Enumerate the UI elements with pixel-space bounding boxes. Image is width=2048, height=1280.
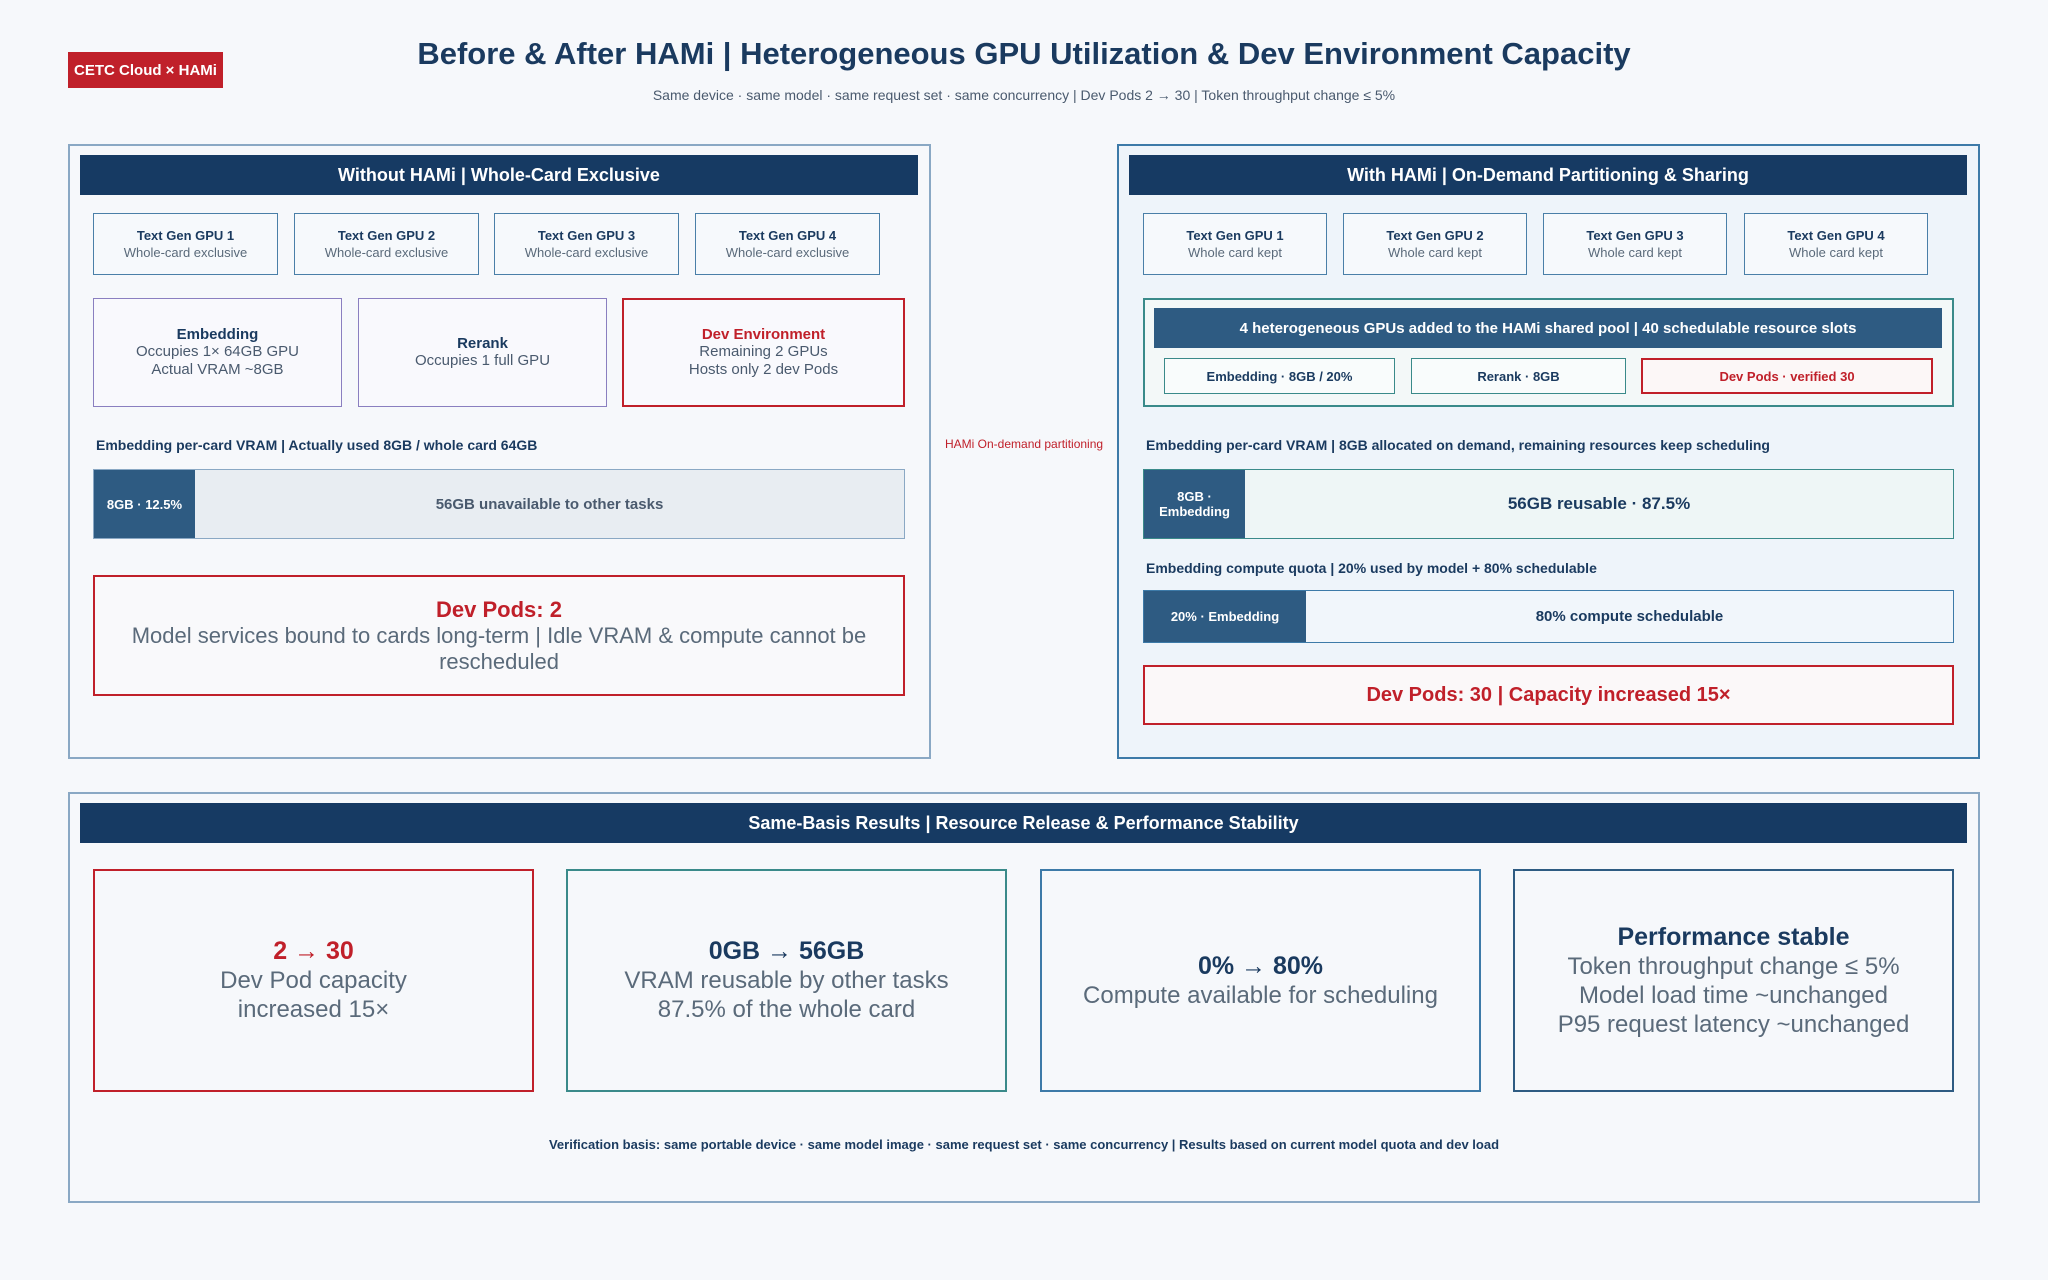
gpu-title: Text Gen GPU 4: [738, 228, 837, 243]
right-gpu-2: Text Gen GPU 2 Whole card kept: [1343, 213, 1527, 275]
kpi-desc: VRAM reusable by other tasks: [624, 967, 949, 994]
service-line: Actual VRAM ~8GB: [151, 361, 284, 378]
results-header: Same-Basis Results | Resource Release & …: [80, 803, 1967, 843]
kpi-dev-pod-capacity: 2 → 30 Dev Pod capacity increased 15×: [93, 869, 534, 1092]
pool-item-dev-pods: Dev Pods · verified 30: [1641, 358, 1933, 394]
left-gpu-4: Text Gen GPU 4 Whole-card exclusive: [695, 213, 880, 275]
pool-item-rerank: Rerank · 8GB: [1411, 358, 1626, 394]
right-gpu-3: Text Gen GPU 3 Whole card kept: [1543, 213, 1727, 275]
left-dev-pods-box: Dev Pods: 2 Model services bound to card…: [93, 575, 905, 696]
kpi-vram-reusable: 0GB → 56GB VRAM reusable by other tasks …: [566, 869, 1007, 1092]
right-gpu-4: Text Gen GPU 4 Whole card kept: [1744, 213, 1928, 275]
right-gpu-1: Text Gen GPU 1 Whole card kept: [1143, 213, 1327, 275]
left-vram-label: Embedding per-card VRAM | Actually used …: [96, 437, 538, 453]
kpi-desc: Model load time ~unchanged: [1579, 981, 1888, 1009]
gpu-title: Text Gen GPU 1: [1186, 228, 1284, 243]
kpi-desc: Token throughput change ≤ 5%: [1567, 952, 1900, 980]
left-gpu-2: Text Gen GPU 2 Whole-card exclusive: [294, 213, 479, 275]
page-subtitle: Same device · same model · same request …: [652, 87, 1396, 103]
gpu-title: Text Gen GPU 2: [337, 228, 436, 243]
kpi-value: 0GB → 56GB: [708, 937, 865, 965]
kpi-value: 2 → 30: [273, 937, 354, 965]
right-vram-label: Embedding per-card VRAM | 8GB allocated …: [1146, 437, 1770, 453]
kpi-performance-stable: Performance stable Token throughput chan…: [1513, 869, 1954, 1092]
right-dev-pods-box: Dev Pods: 30 | Capacity increased 15×: [1143, 665, 1954, 725]
kpi-value: Performance stable: [1617, 922, 1850, 951]
kpi-desc: 87.5% of the whole card: [657, 996, 916, 1023]
gpu-sub: Whole-card exclusive: [524, 245, 649, 260]
service-title: Embedding: [176, 326, 259, 343]
gpu-title: Text Gen GPU 4: [1787, 228, 1885, 243]
right-vram-used-segment: 8GB · Embedding: [1144, 470, 1245, 538]
left-gpu-1: Text Gen GPU 1 Whole-card exclusive: [93, 213, 278, 275]
service-line: Hosts only 2 dev Pods: [688, 361, 839, 378]
embedding-service-box: Embedding Occupies 1× 64GB GPU Actual VR…: [93, 298, 342, 407]
service-line: Remaining 2 GPUs: [699, 343, 828, 360]
gpu-sub: Whole card kept: [1188, 245, 1282, 260]
service-title: Dev Environment: [701, 326, 826, 343]
service-line: Occupies 1 full GPU: [414, 352, 551, 369]
service-title: Rerank: [457, 335, 508, 352]
pool-item-embedding: Embedding · 8GB / 20%: [1164, 358, 1395, 394]
gpu-sub: Whole-card exclusive: [123, 245, 248, 260]
right-vram-reusable-segment: 56GB reusable · 87.5%: [1507, 494, 1691, 513]
right-vram-bar: 8GB · Embedding 56GB reusable · 87.5%: [1143, 469, 1954, 539]
left-vram-unavailable-segment: 56GB unavailable to other tasks: [435, 495, 664, 513]
left-vram-bar: 8GB · 12.5% 56GB unavailable to other ta…: [93, 469, 905, 539]
compute-used-segment: 20% · Embedding: [1144, 591, 1306, 642]
gpu-title: Text Gen GPU 1: [136, 228, 235, 243]
gpu-title: Text Gen GPU 3: [537, 228, 636, 243]
vram-used-line: Embedding: [1159, 504, 1230, 519]
left-dev-pods-title: Dev Pods: 2: [436, 596, 562, 622]
compute-quota-bar: 20% · Embedding 80% compute schedulable: [1143, 590, 1954, 643]
hami-pool-header: 4 heterogeneous GPUs added to the HAMi s…: [1154, 308, 1942, 348]
kpi-desc: P95 request latency ~unchanged: [1557, 1010, 1910, 1038]
with-hami-header: With HAMi | On-Demand Partitioning & Sha…: [1129, 155, 1967, 195]
gpu-sub: Whole card kept: [1789, 245, 1883, 260]
service-line: Occupies 1× 64GB GPU: [136, 343, 299, 360]
gpu-title: Text Gen GPU 2: [1386, 228, 1484, 243]
vram-used-line: 8GB ·: [1177, 489, 1212, 504]
rerank-service-box: Rerank Occupies 1 full GPU: [358, 298, 607, 407]
gpu-sub: Whole-card exclusive: [725, 245, 850, 260]
left-dev-pods-desc: Model services bound to cards long-term …: [131, 622, 867, 674]
compute-schedulable-segment: 80% compute schedulable: [1535, 608, 1724, 625]
compute-quota-label: Embedding compute quota | 20% used by mo…: [1146, 560, 1597, 576]
kpi-desc: Compute available for scheduling: [1083, 981, 1438, 1009]
page-title: Before & After HAMi | Heterogeneous GPU …: [417, 36, 1631, 71]
kpi-desc: increased 15×: [237, 996, 390, 1023]
gpu-sub: Whole card kept: [1388, 245, 1482, 260]
gpu-sub: Whole card kept: [1588, 245, 1682, 260]
dev-environment-box: Dev Environment Remaining 2 GPUs Hosts o…: [622, 298, 905, 407]
hami-partition-label: HAMi On-demand partitioning: [945, 437, 1104, 451]
gpu-title: Text Gen GPU 3: [1586, 228, 1684, 243]
kpi-value: 0% → 80%: [1197, 951, 1324, 980]
verification-footnote: Verification basis: same portable device…: [548, 1137, 1500, 1152]
kpi-compute-available: 0% → 80% Compute available for schedulin…: [1040, 869, 1481, 1092]
without-hami-header: Without HAMi | Whole-Card Exclusive: [80, 155, 918, 195]
kpi-desc: Dev Pod capacity: [220, 967, 407, 994]
left-vram-used-segment: 8GB · 12.5%: [94, 470, 195, 538]
left-gpu-3: Text Gen GPU 3 Whole-card exclusive: [494, 213, 679, 275]
gpu-sub: Whole-card exclusive: [324, 245, 449, 260]
